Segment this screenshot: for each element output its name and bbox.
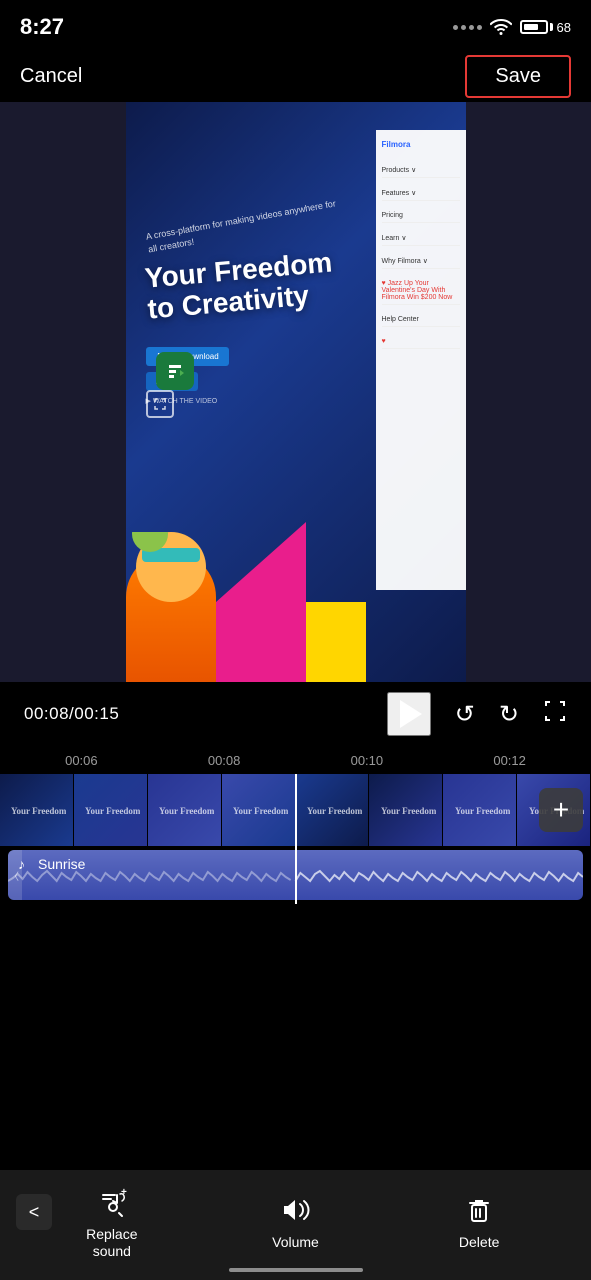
- cancel-button[interactable]: Cancel: [20, 61, 82, 92]
- bottom-toolbar: < + Replace sound: [0, 1170, 591, 1280]
- battery-icon: 68: [520, 20, 571, 35]
- website-mockup: Filmora Products ∨ Features ∨ Pricing Le…: [126, 102, 466, 682]
- audio-waveform: [8, 868, 583, 894]
- status-icons: 68: [453, 19, 571, 35]
- save-button[interactable]: Save: [465, 55, 571, 98]
- undo-button[interactable]: ↺: [455, 700, 475, 729]
- status-bar: 8:27 68: [0, 0, 591, 50]
- timeline-area[interactable]: + 〈 ♪ Sunrise: [0, 774, 591, 904]
- nav-learn: Learn ∨: [382, 231, 460, 246]
- audio-track-name: Sunrise: [38, 856, 85, 872]
- nav-pricing: Pricing: [382, 209, 460, 223]
- nav-help: ♥ Jazz Up Your Valentine's Day With Film…: [382, 277, 460, 305]
- time-display: 00:08/00:15: [24, 704, 119, 724]
- video-thumb-1: [0, 774, 74, 846]
- chevron-left-icon: <: [29, 1202, 40, 1223]
- ruler-mark-2: 00:08: [208, 753, 241, 768]
- hero-title: Your Freedomto Creativity: [143, 247, 348, 326]
- ruler-mark-1: 00:06: [65, 753, 98, 768]
- fullscreen-button[interactable]: [543, 699, 567, 729]
- timeline-ruler: 00:06 00:08 00:10 00:12: [0, 746, 591, 774]
- toolbar-items: < + Replace sound: [0, 1170, 591, 1268]
- play-icon: [400, 700, 422, 728]
- signal-icon: [453, 25, 482, 30]
- video-thumb-2: [74, 774, 148, 846]
- nav-features: Features ∨: [382, 186, 460, 201]
- replace-sound-label: Replace sound: [86, 1226, 137, 1260]
- video-thumb-5: [296, 774, 370, 846]
- video-thumb-6: [369, 774, 443, 846]
- nav-heart: ♥: [382, 335, 460, 349]
- playback-controls: 00:08/00:15 ↺ ↻: [0, 682, 591, 746]
- back-button[interactable]: <: [16, 1194, 52, 1230]
- video-content: Filmora Products ∨ Features ∨ Pricing Le…: [126, 102, 466, 682]
- watch-video-text: ▶ WATCH THE VIDEO: [146, 397, 346, 405]
- audio-clip[interactable]: 〈 ♪ Sunrise: [8, 850, 583, 900]
- ruler-mark-4: 00:12: [493, 753, 526, 768]
- add-media-button[interactable]: +: [539, 788, 583, 832]
- filmora-app-icon: [156, 352, 194, 390]
- nav-why: Why Filmora ∨: [382, 254, 460, 269]
- crop-icon[interactable]: [146, 390, 174, 418]
- colorful-section: [126, 522, 366, 682]
- toolbar-item-delete[interactable]: Delete: [439, 1192, 519, 1251]
- status-time: 8:27: [20, 14, 64, 40]
- control-buttons: ↺ ↻: [387, 692, 567, 736]
- svg-text:+: +: [121, 1187, 127, 1198]
- filmora-logo: Filmora: [382, 140, 460, 149]
- replace-sound-icon: +: [95, 1184, 129, 1220]
- nav-products: Products ∨: [382, 163, 460, 178]
- toolbar-item-replace-sound[interactable]: + Replace sound: [72, 1184, 152, 1260]
- wifi-icon: [490, 19, 512, 35]
- music-note-icon: ♪: [18, 856, 25, 872]
- video-track[interactable]: +: [0, 774, 591, 846]
- ruler-mark-3: 00:10: [351, 753, 384, 768]
- audio-track[interactable]: 〈 ♪ Sunrise: [8, 846, 583, 904]
- battery-percent: 68: [557, 20, 571, 35]
- video-thumb-3: [148, 774, 222, 846]
- video-thumb-4: [222, 774, 296, 846]
- play-button[interactable]: [387, 692, 431, 736]
- volume-label: Volume: [272, 1234, 319, 1251]
- hero-subtitle: A cross-platform for making videos anywh…: [144, 205, 345, 248]
- top-controls: Cancel Save: [0, 50, 591, 102]
- bottom-spacer: [0, 904, 591, 974]
- redo-button[interactable]: ↻: [499, 700, 519, 729]
- delete-label: Delete: [459, 1234, 499, 1251]
- home-indicator: [229, 1268, 363, 1272]
- video-thumb-7: [443, 774, 517, 846]
- toolbar-item-volume[interactable]: Volume: [255, 1192, 335, 1251]
- video-strip: [0, 774, 591, 846]
- filmora-nav: Filmora Products ∨ Features ∨ Pricing Le…: [376, 130, 466, 590]
- delete-icon: [462, 1192, 496, 1228]
- nav-helpcenter: Help Center: [382, 313, 460, 327]
- video-preview: Filmora Products ∨ Features ∨ Pricing Le…: [0, 102, 591, 682]
- volume-icon: [278, 1192, 312, 1228]
